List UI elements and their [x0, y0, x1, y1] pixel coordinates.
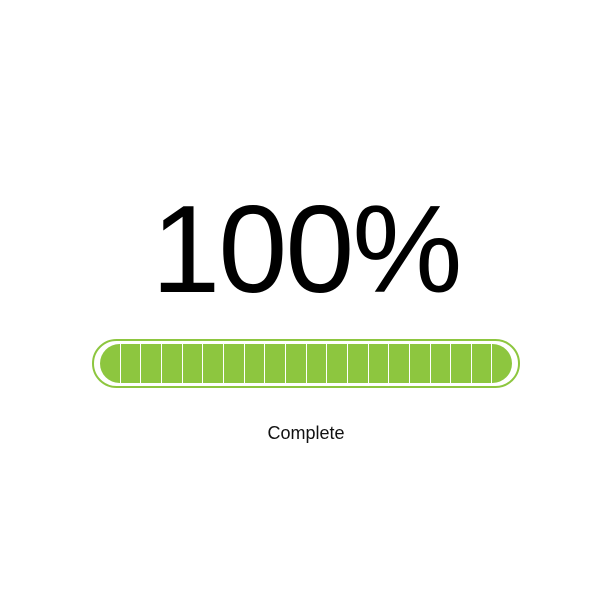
progress-bar-segment — [162, 344, 183, 383]
progress-bar-segment — [492, 344, 512, 383]
progress-bar-segment — [451, 344, 472, 383]
progress-bar-segment — [307, 344, 328, 383]
progress-bar-segment — [369, 344, 390, 383]
progress-percentage-label: 100% — [151, 181, 462, 319]
progress-bar-segment — [141, 344, 162, 383]
progress-bar-segments — [100, 344, 512, 383]
progress-bar-segment — [183, 344, 204, 383]
progress-bar-segment — [410, 344, 431, 383]
progress-status-label: Complete — [267, 423, 345, 443]
progress-bar-segment — [389, 344, 410, 383]
progress-bar-segment — [224, 344, 245, 383]
progress-bar-segment — [348, 344, 369, 383]
progress-bar-segment — [431, 344, 452, 383]
progress-bar-segment — [327, 344, 348, 383]
progress-bar-segment — [100, 344, 121, 383]
progress-bar-segment — [203, 344, 224, 383]
progress-bar-fill — [100, 344, 512, 383]
progress-bar-segment — [286, 344, 307, 383]
progress-bar-segment — [121, 344, 142, 383]
progress-bar-segment — [265, 344, 286, 383]
progress-bar-segment — [245, 344, 266, 383]
progress-bar-segment — [472, 344, 493, 383]
